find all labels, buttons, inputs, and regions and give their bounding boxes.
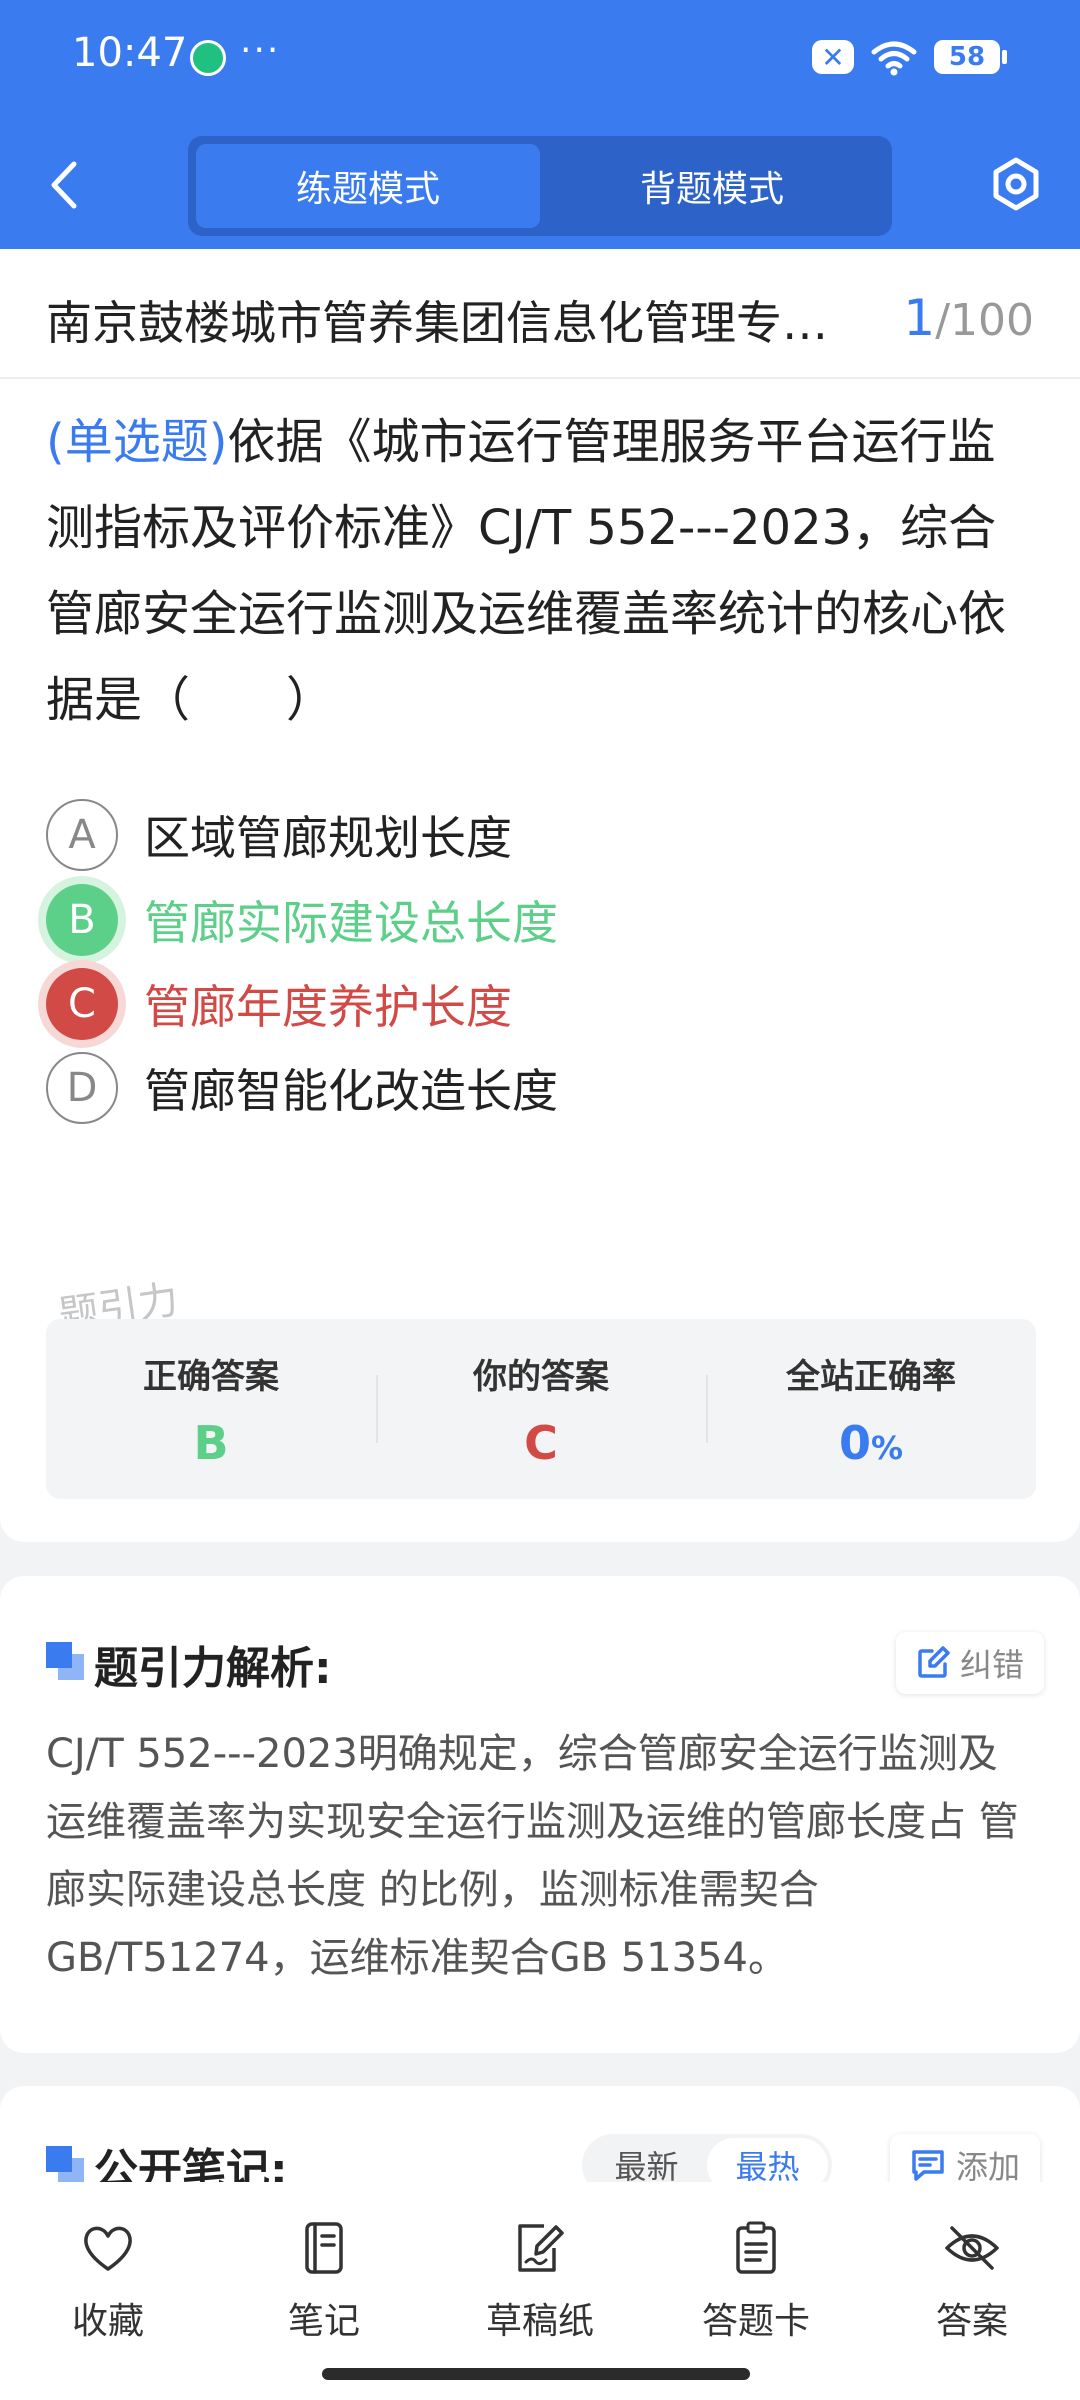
option-letter: C [46,968,118,1040]
tab-label: 答案 [935,2301,1008,2342]
tab-favorite[interactable]: 收藏 [0,2182,216,2362]
report-error-button[interactable]: 纠错 [896,1632,1045,1694]
answer-summary: 正确答案 B 你的答案 C 全站正确率 0% [46,1319,1036,1499]
question-card: 南京鼓楼城市管养集团信息化管理专… 1/100 (单选题)依据《城市运行管理服务… [0,249,1080,1542]
option-c[interactable]: C 管廊年度养护长度 [46,964,1036,1044]
correct-answer-col: 正确答案 B [46,1319,376,1499]
tab-notes[interactable]: 笔记 [216,2182,432,2362]
tab-practice-mode[interactable]: 练题模式 [196,144,540,228]
option-letter: B [46,884,118,956]
option-letter: A [46,799,118,871]
tab-memorize-mode[interactable]: 背题模式 [540,144,884,228]
eye-off-icon [945,2226,999,2270]
correct-answer-label: 正确答案 [143,1356,279,1397]
edit-icon [918,1646,950,1678]
tab-draft[interactable]: 草稿纸 [432,2182,648,2362]
back-icon[interactable] [40,152,88,218]
comment-icon [912,2150,944,2181]
exam-title: 南京鼓楼城市管养集团信息化管理专… [46,296,828,350]
draft-paper-icon [518,2224,564,2272]
option-a[interactable]: A 区域管廊规划长度 [46,795,1036,875]
your-answer-col: 你的答案 C [376,1319,706,1499]
status-icons: ✕ 58 [812,38,1007,76]
question-type: (单选题) [46,414,228,470]
app-header: 10:47 ··· ✕ 58 练题模式 背题模式 [0,0,1080,249]
option-text: 管廊智能化改造长度 [144,1064,558,1118]
answer-card-icon [736,2221,776,2274]
sim-disabled-icon: ✕ [812,40,854,74]
settings-icon[interactable] [990,156,1042,212]
accuracy-label: 全站正确率 [786,1356,956,1397]
option-letter: D [46,1052,118,1124]
bottom-toolbar: 收藏 笔记 草稿纸 答题卡 答案 [0,2182,1080,2400]
home-indicator[interactable] [322,2368,750,2380]
tab-label: 草稿纸 [485,2301,594,2342]
tab-label: 收藏 [71,2301,144,2342]
tab-answer-card[interactable]: 答题卡 [648,2182,864,2362]
your-answer-label: 你的答案 [473,1356,609,1397]
question-title-row: 南京鼓楼城市管养集团信息化管理专… 1/100 [0,249,1080,379]
question-total: /100 [935,295,1034,346]
correct-answer-value: B [193,1415,229,1470]
option-text: 区域管廊规划长度 [144,811,512,865]
accuracy-value: 0% [839,1416,903,1470]
option-text: 管廊实际建设总长度 [144,896,558,950]
option-b[interactable]: B 管廊实际建设总长度 [46,880,1036,960]
mode-switch: 练题模式 背题模式 [188,136,892,236]
report-error-label: 纠错 [960,1646,1025,1684]
battery-indicator: 58 [934,40,1007,74]
option-text: 管廊年度养护长度 [144,980,512,1034]
status-bar: 10:47 ··· ✕ 58 [0,0,1080,118]
accuracy-unit: % [870,1428,904,1467]
app-notification-icon [190,40,226,76]
analysis-title: 题引力解析: [94,1643,332,1694]
status-time: 10:47 [72,30,188,76]
section-icon [46,2146,84,2184]
question-text: (单选题)依据《城市运行管理服务平台运行监测指标及评价标准》CJ/T 552--… [46,399,1036,743]
option-d[interactable]: D 管廊智能化改造长度 [46,1048,1036,1128]
tab-label: 笔记 [287,2301,360,2342]
tab-answer[interactable]: 答案 [864,2182,1080,2362]
section-icon [46,1642,84,1680]
wifi-icon [871,41,917,76]
question-counter: 1/100 [903,289,1034,347]
tab-label: 答题卡 [701,2301,810,2342]
analysis-card: 题引力解析: 纠错 CJ/T 552---2023明确规定，综合管廊安全运行监测… [0,1576,1080,2053]
notebook-icon [305,2222,343,2274]
heart-icon [84,2226,132,2271]
accuracy-col: 全站正确率 0% [706,1319,1036,1499]
accuracy-number: 0 [838,1415,871,1470]
more-notifications-icon: ··· [240,30,281,71]
analysis-text: CJ/T 552---2023明确规定，综合管廊安全运行监测及运维覆盖率为实现安… [46,1731,1019,1981]
question-current: 1 [903,289,936,347]
your-answer-value: C [524,1415,558,1470]
